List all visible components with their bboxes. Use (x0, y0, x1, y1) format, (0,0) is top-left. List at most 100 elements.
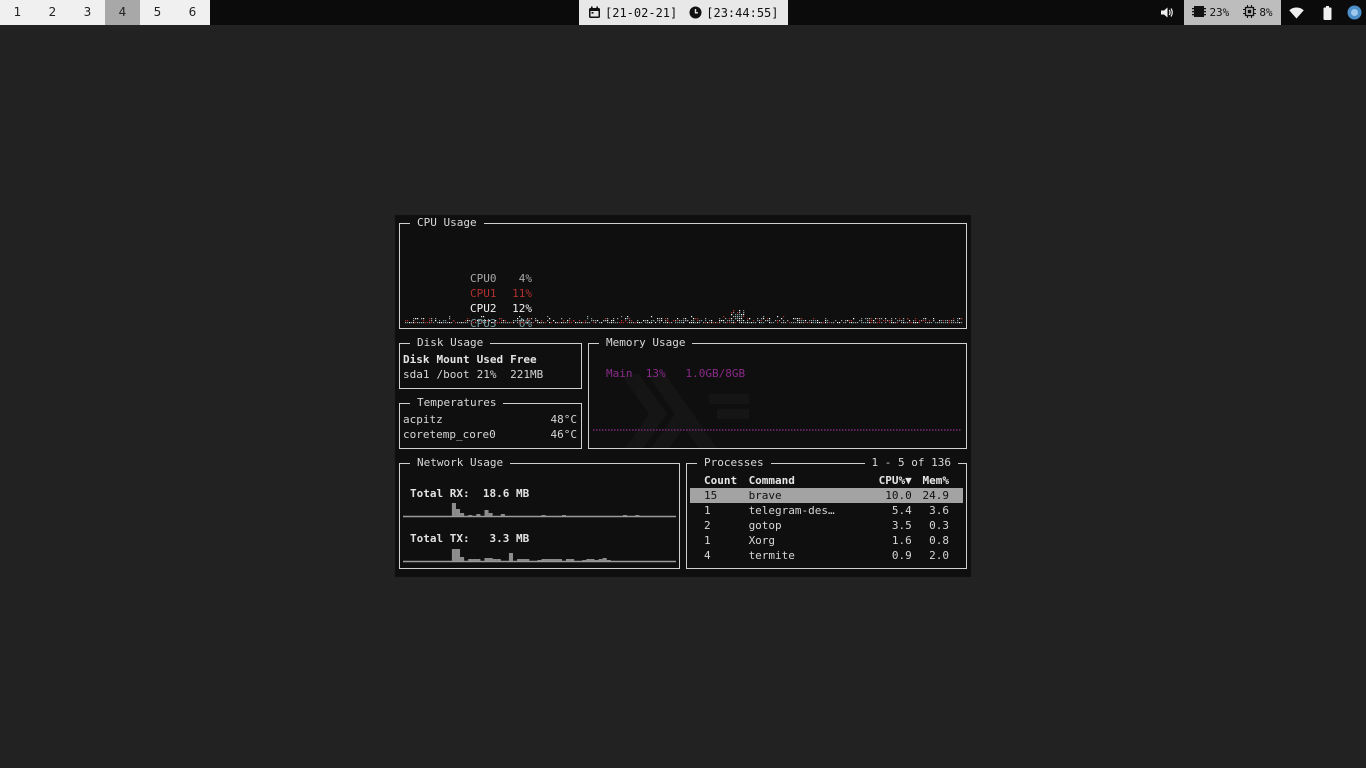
speaker-icon[interactable] (1150, 0, 1184, 25)
cpu-graph-dot (741, 318, 743, 320)
cpu-graph-dot (949, 320, 951, 322)
temp-sensor-name: acpitz (403, 413, 443, 426)
cpu-graph-dot (543, 322, 545, 324)
cpu-graph-dot (743, 316, 745, 318)
proc-mem: 2.0 (929, 549, 949, 562)
cpu-graph-dot (611, 322, 613, 324)
cpu-graph-dot (561, 322, 563, 324)
cpu-graph-dot (507, 322, 509, 324)
cpu-graph-dot (629, 318, 631, 320)
workspace-6[interactable]: 6 (175, 0, 210, 25)
workspace-1[interactable]: 1 (0, 0, 35, 25)
cpu-graph-dot (697, 320, 699, 322)
system-stats[interactable]: 23% 8% (1184, 0, 1281, 25)
cpu-graph-dot (915, 318, 917, 320)
workspace-3[interactable]: 3 (70, 0, 105, 25)
cpu-graph-dot (779, 320, 781, 322)
cpu-graph-dot (757, 320, 759, 322)
cpu-graph-dot (883, 320, 885, 322)
cpu-graph-dot (959, 322, 961, 324)
disk-row: sda1 /boot 21% 221MB (403, 367, 550, 382)
cpu-graph-dot (407, 320, 409, 322)
calendar-icon (588, 6, 601, 19)
cpu-graph-dot (741, 320, 743, 322)
cpu-graph-dot (549, 322, 551, 324)
proc-count: 1 (704, 504, 711, 517)
cpu-graph-dot (871, 322, 873, 324)
cpu-graph-dot (813, 318, 815, 320)
col-cpu[interactable]: CPU%▼ (864, 473, 912, 488)
cpu-graph-dot (523, 320, 525, 322)
cpu-graph-dot (807, 322, 809, 324)
cpu-graph-dot (621, 320, 623, 322)
col-mem[interactable]: Mem% (912, 473, 963, 488)
col-count[interactable]: Count (690, 473, 749, 488)
cpu-graph-dot (927, 322, 929, 324)
clock-widget[interactable]: [21-02-21] [23:44:55] (579, 0, 788, 25)
cpu-graph-dot (613, 318, 615, 320)
app-icon[interactable] (1342, 0, 1366, 25)
cpu-graph-dot (829, 322, 831, 324)
cpu-graph-dot (415, 322, 417, 324)
cpu-graph-dot (529, 320, 531, 322)
sparkline-bar (455, 509, 461, 516)
memory-main-label: Main 13% 1.0GB/8GB (606, 367, 746, 380)
cpu-graph-dot (733, 320, 735, 322)
cpu-graph-dot (499, 322, 501, 324)
cpu-graph-dot (861, 320, 863, 322)
cpu-graph-dot (851, 320, 853, 322)
cpu-graph-dot (461, 322, 463, 324)
cpu-graph-dot (683, 320, 685, 322)
cpu-graph-dot (727, 320, 729, 322)
cpu-graph-dot (837, 322, 839, 324)
cpu-graph-dot (765, 320, 767, 322)
cpu-graph-dot (649, 322, 651, 324)
cpu-graph-dot (585, 320, 587, 322)
proc-cpu: 3.5 (891, 519, 912, 532)
cpu-graph-dot (517, 320, 519, 322)
workspace-2[interactable]: 2 (35, 0, 70, 25)
cpu-graph-dot (833, 322, 835, 324)
cpu-graph-dot (753, 322, 755, 324)
cpu-graph-dot (699, 320, 701, 322)
cpu-graph-dot (909, 322, 911, 324)
cpu-graph-dot (667, 320, 669, 322)
gotop-terminal-window[interactable]: CPU Usage CPU0 4% CPU1 11% CPU2 12% CPU3 6% … (395, 215, 971, 577)
cpu-graph-dot (935, 322, 937, 324)
cpu-graph-dot (831, 322, 833, 324)
cpu-graph-dot (749, 318, 751, 320)
sparkline-bar (476, 514, 481, 516)
battery-icon[interactable] (1312, 0, 1342, 25)
cpu-graph-dot (603, 320, 605, 322)
cpu-graph-dot (659, 318, 661, 320)
col-command[interactable]: Command (749, 473, 864, 488)
cpu-graph-dot (697, 322, 699, 324)
process-row-selected[interactable]: 15 brave 10.0 24.9 (690, 488, 963, 503)
cpu-graph-dot (521, 320, 523, 322)
cpu-graph-dot (673, 320, 675, 322)
cpu-graph-dot (761, 322, 763, 324)
cpu-graph-dot (717, 322, 719, 324)
wifi-icon[interactable] (1281, 0, 1312, 25)
cpu-graph-dot (957, 322, 959, 324)
cpu-graph-dot (457, 322, 459, 324)
process-row[interactable]: 1 telegram-des… 5.4 3.6 (690, 503, 963, 518)
cpu-graph-dot (619, 322, 621, 324)
workspace-4[interactable]: 4 (105, 0, 140, 25)
cpu-graph-dot (429, 322, 431, 324)
workspace-5[interactable]: 5 (140, 0, 175, 25)
process-row[interactable]: 1 Xorg 1.6 0.8 (690, 533, 963, 548)
cpu-graph-dot (815, 320, 817, 322)
cpu-graph-dot (569, 318, 571, 320)
temp-row: acpitz 48°C (403, 412, 577, 427)
cpu-graph-dot (711, 320, 713, 322)
sparkline-bar (455, 549, 461, 561)
process-row[interactable]: 2 gotop 3.5 0.3 (690, 518, 963, 533)
sparkline-bar (598, 559, 603, 561)
proc-command: termite (748, 549, 795, 562)
cpu-graph-dot (811, 322, 813, 324)
cpu-graph-dot (601, 322, 603, 324)
process-row[interactable]: 4 termite 0.9 2.0 (690, 548, 963, 563)
cpu-graph-dot (621, 316, 623, 318)
cpu-graph-dot (739, 320, 741, 322)
